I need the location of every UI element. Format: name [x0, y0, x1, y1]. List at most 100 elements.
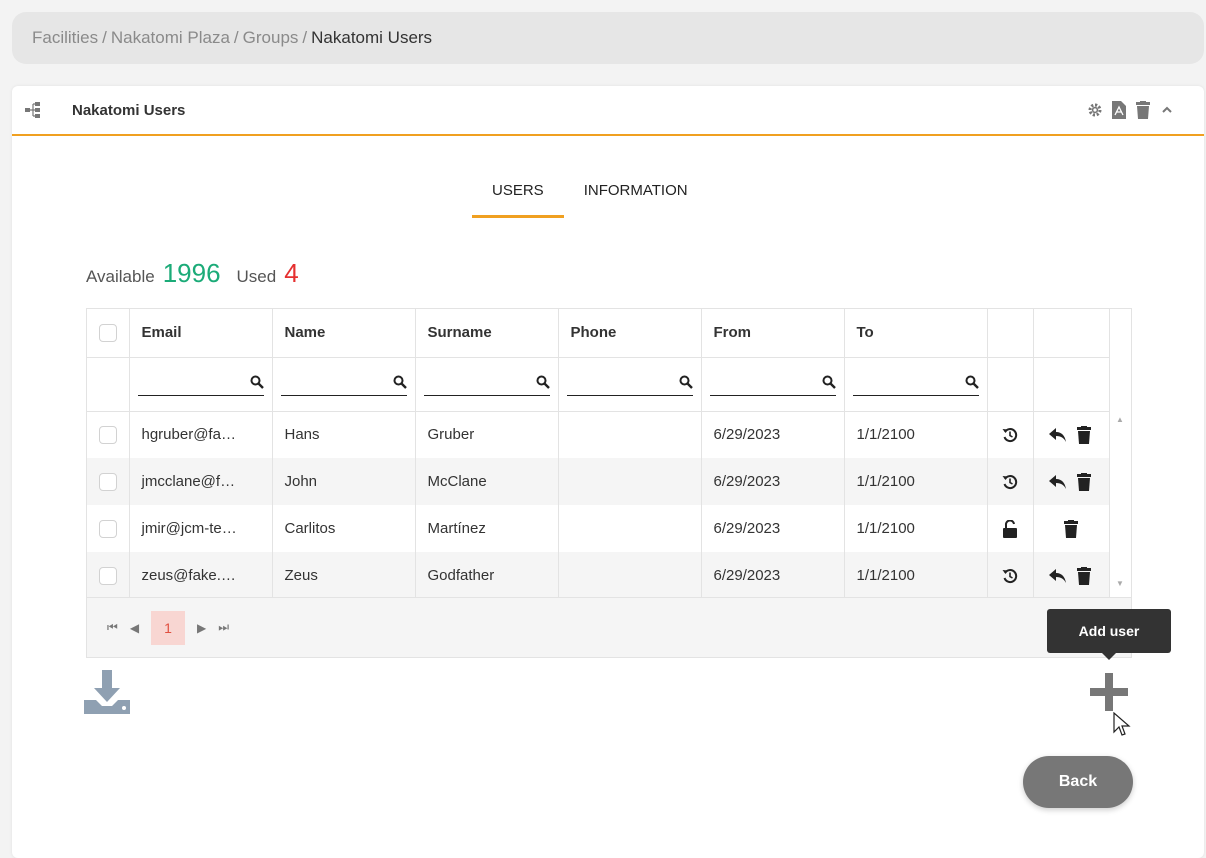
search-icon[interactable] [536, 375, 550, 393]
filter-input-phone[interactable] [566, 377, 679, 393]
search-icon[interactable] [965, 375, 979, 393]
cell-from: 6/29/2023 [701, 458, 845, 505]
filter-input-from[interactable] [709, 377, 822, 393]
table-row[interactable]: jmcclane@f… John McClane 6/29/2023 1/1/2… [87, 458, 1110, 505]
breadcrumb-facilities[interactable]: Facilities [32, 28, 98, 48]
filter-input-email[interactable] [137, 377, 250, 393]
cell-phone [558, 411, 702, 458]
download-icon[interactable] [82, 670, 132, 716]
column-header-name[interactable]: Name [272, 309, 416, 358]
cell-email: hgruber@fa… [129, 411, 273, 458]
filter-cell-surname [415, 357, 559, 412]
panel-tools [1086, 100, 1176, 120]
cell-surname: Gruber [415, 411, 559, 458]
row-select-cell [87, 458, 130, 505]
tab-information[interactable]: INFORMATION [564, 182, 708, 218]
history-icon[interactable] [1001, 426, 1019, 444]
cell-actions [1033, 411, 1110, 458]
search-icon[interactable] [679, 375, 693, 393]
used-count: 4 [284, 258, 299, 288]
filter-cell-name [272, 357, 416, 412]
row-checkbox[interactable] [99, 472, 117, 491]
first-page-icon[interactable]: ⏮ [107, 620, 118, 635]
cell-status [987, 458, 1034, 505]
gear-icon[interactable] [1086, 100, 1104, 120]
row-select-cell [87, 411, 130, 458]
cell-to: 1/1/2100 [844, 505, 988, 552]
cell-email: jmir@jcm-te… [129, 505, 273, 552]
filter-cell-status [987, 357, 1034, 412]
row-select-cell [87, 552, 130, 599]
pdf-icon[interactable] [1110, 100, 1128, 120]
search-icon[interactable] [822, 375, 836, 393]
select-all-cell [87, 309, 130, 358]
add-user-button[interactable] [1088, 671, 1130, 713]
tab-bar: USERS INFORMATION [472, 182, 708, 218]
available-count: 1996 [162, 258, 221, 288]
reply-icon[interactable] [1049, 426, 1067, 444]
add-user-tooltip: Add user [1047, 609, 1171, 660]
cell-actions [1033, 505, 1110, 552]
trash-icon[interactable] [1075, 425, 1093, 444]
column-header-status [987, 309, 1034, 358]
row-select-cell [87, 505, 130, 552]
filter-cell-from [701, 357, 845, 412]
panel-header: Nakatomi Users [12, 86, 1204, 136]
history-icon[interactable] [1001, 567, 1019, 585]
table-row[interactable]: zeus@fake.… Zeus Godfather 6/29/2023 1/1… [87, 552, 1110, 599]
search-icon[interactable] [250, 375, 264, 393]
breadcrumb: Facilities / Nakatomi Plaza / Groups / N… [12, 12, 1204, 64]
cell-to: 1/1/2100 [844, 458, 988, 505]
cell-to: 1/1/2100 [844, 411, 988, 458]
cell-name: Carlitos [272, 505, 416, 552]
column-header-phone[interactable]: Phone [558, 309, 702, 358]
chevron-up-icon[interactable] [1158, 100, 1176, 120]
reply-icon[interactable] [1049, 473, 1067, 491]
unlock-icon[interactable] [1001, 519, 1019, 538]
breadcrumb-building[interactable]: Nakatomi Plaza [111, 28, 230, 48]
tab-users[interactable]: USERS [472, 182, 564, 218]
column-header-surname[interactable]: Surname [415, 309, 559, 358]
row-checkbox[interactable] [99, 566, 117, 585]
cell-phone [558, 505, 702, 552]
filter-input-name[interactable] [280, 377, 393, 393]
column-header-email[interactable]: Email [129, 309, 273, 358]
trash-icon[interactable] [1134, 100, 1152, 120]
select-all-checkbox[interactable] [99, 323, 117, 342]
breadcrumb-groups[interactable]: Groups [243, 28, 299, 48]
history-icon[interactable] [1001, 473, 1019, 491]
cell-from: 6/29/2023 [701, 411, 845, 458]
users-table: Email Name Surname Phone From To hgruber… [87, 309, 1110, 599]
cell-name: Hans [272, 411, 416, 458]
last-page-icon[interactable]: ⏭ [218, 620, 229, 635]
column-header-from[interactable]: From [701, 309, 845, 358]
scroll-up-icon[interactable]: ▲ [1116, 415, 1124, 424]
trash-icon[interactable] [1075, 472, 1093, 491]
scroll-down-icon[interactable]: ▼ [1116, 579, 1124, 588]
filter-row [87, 357, 1110, 412]
back-button[interactable]: Back [1023, 756, 1133, 808]
pager: ⏮ ◀ 1 ▶ ⏭ [87, 597, 1131, 657]
page-number-current[interactable]: 1 [151, 610, 186, 645]
trash-icon[interactable] [1075, 566, 1093, 585]
cell-from: 6/29/2023 [701, 552, 845, 599]
filter-input-surname[interactable] [423, 377, 536, 393]
cell-surname: Martínez [415, 505, 559, 552]
breadcrumb-separator: / [102, 28, 107, 47]
filter-input-to[interactable] [852, 377, 965, 393]
column-header-to[interactable]: To [844, 309, 988, 358]
prev-page-icon[interactable]: ◀ [130, 621, 139, 635]
trash-icon[interactable] [1062, 519, 1080, 538]
filter-cell-to [844, 357, 988, 412]
row-checkbox[interactable] [99, 519, 117, 538]
reply-icon[interactable] [1049, 567, 1067, 585]
cell-actions [1033, 552, 1110, 599]
cell-actions [1033, 458, 1110, 505]
row-checkbox[interactable] [99, 425, 117, 444]
next-page-icon[interactable]: ▶ [197, 621, 206, 635]
grid-scrollbar[interactable]: ▲ ▼ [1109, 309, 1131, 597]
table-row[interactable]: hgruber@fa… Hans Gruber 6/29/2023 1/1/21… [87, 411, 1110, 458]
search-icon[interactable] [393, 375, 407, 393]
cell-from: 6/29/2023 [701, 505, 845, 552]
table-row[interactable]: jmir@jcm-te… Carlitos Martínez 6/29/2023… [87, 505, 1110, 552]
